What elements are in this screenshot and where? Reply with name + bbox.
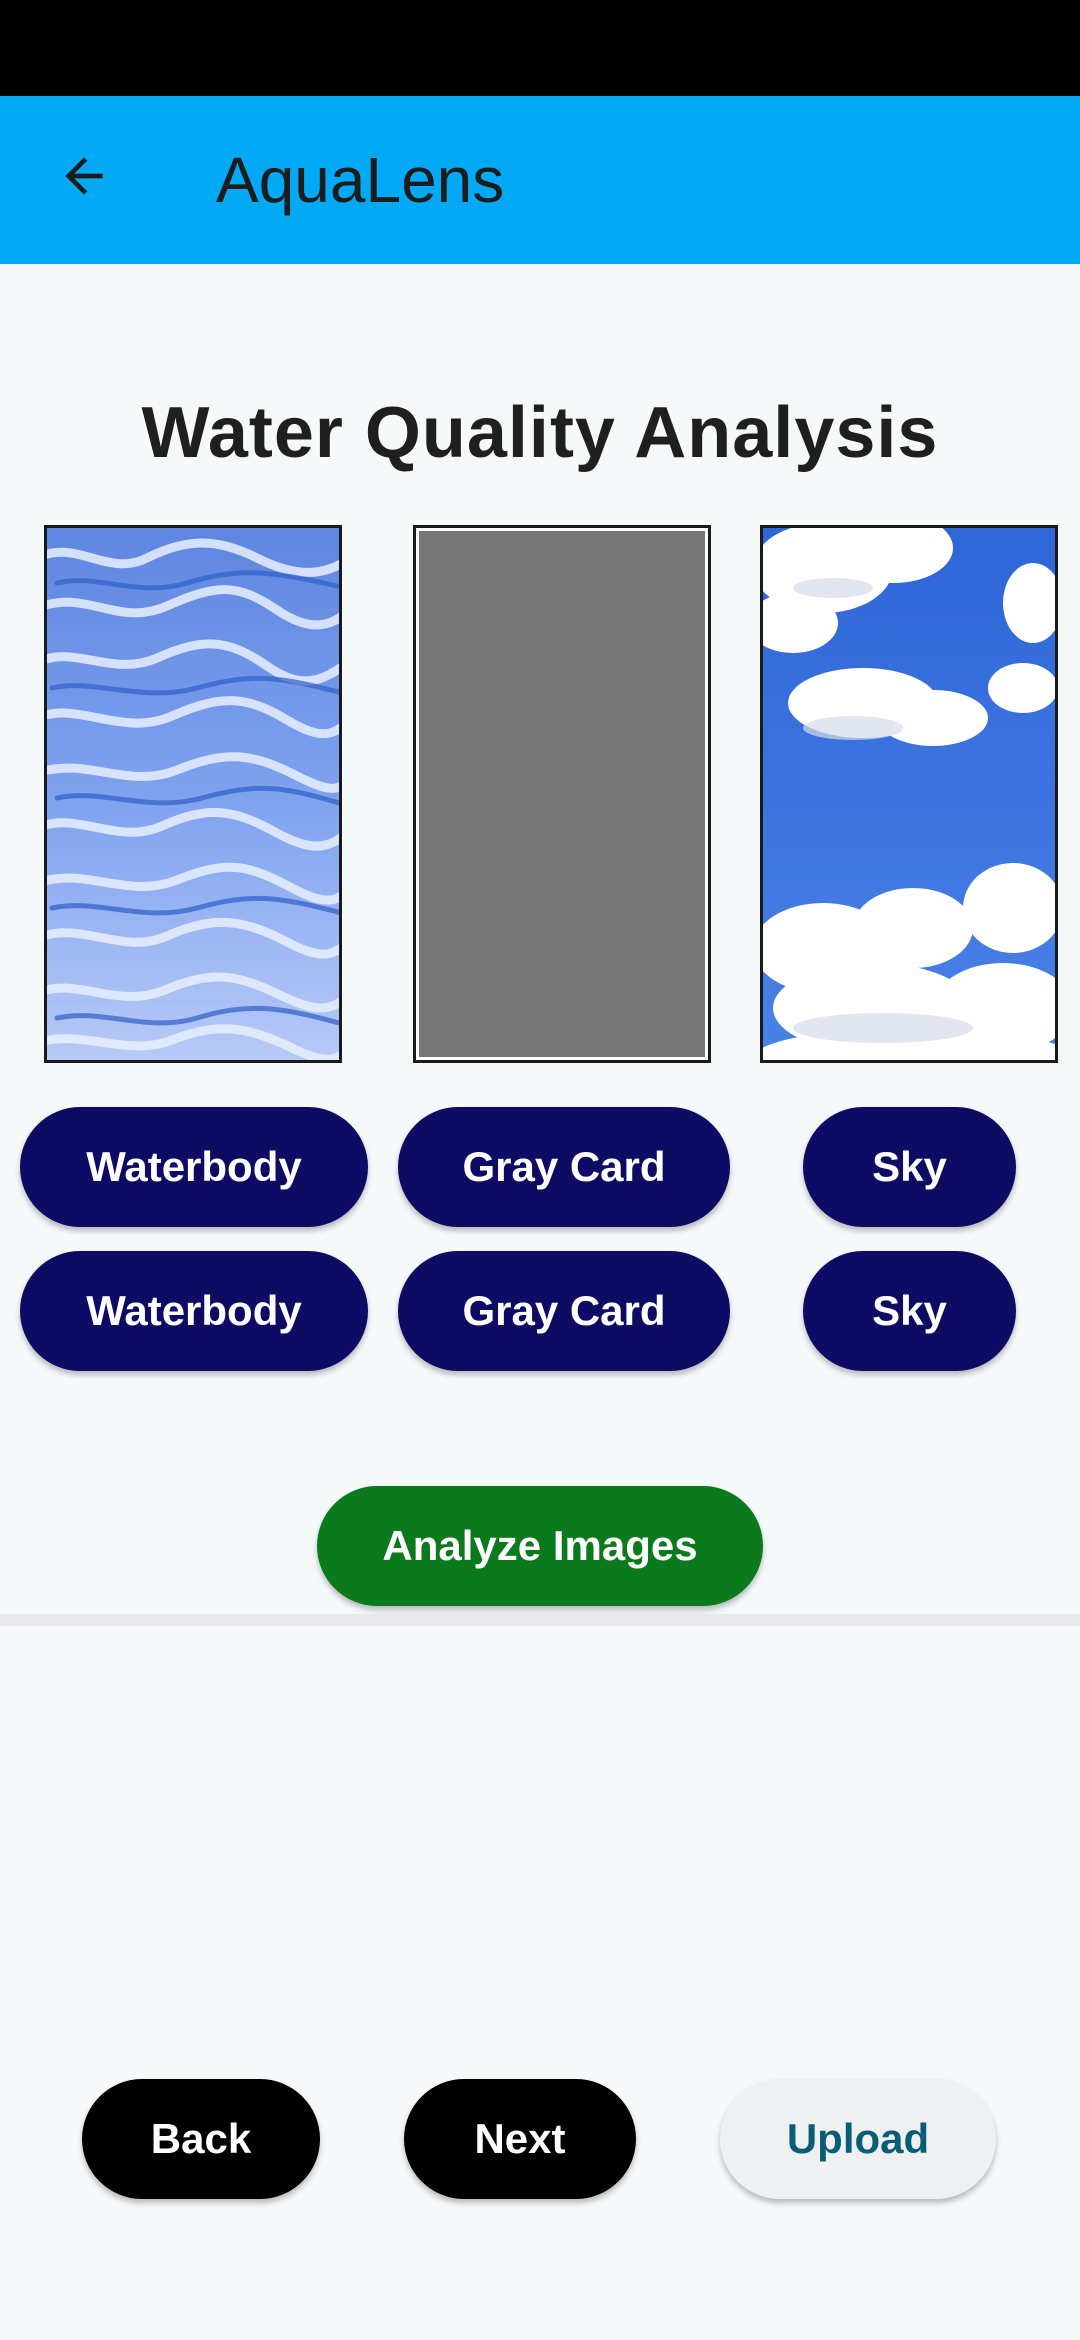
next-button[interactable]: Next — [404, 2079, 636, 2199]
waterbody-preview — [44, 525, 342, 1063]
upload-gray-card-button[interactable]: Gray Card — [398, 1251, 730, 1371]
page-title: Water Quality Analysis — [141, 393, 939, 473]
sky-preview — [760, 525, 1058, 1063]
divider — [0, 1614, 1080, 1626]
gray-card-preview — [413, 525, 711, 1063]
back-button[interactable]: Back — [82, 2079, 320, 2199]
capture-waterbody-button[interactable]: Waterbody — [20, 1107, 368, 1227]
capture-gray-card-button[interactable]: Gray Card — [398, 1107, 730, 1227]
app-bar: AquaLens — [0, 96, 1080, 264]
upload-waterbody-button[interactable]: Waterbody — [20, 1251, 368, 1371]
capture-sky-button[interactable]: Sky — [803, 1107, 1016, 1227]
analyze-images-button[interactable]: Analyze Images — [317, 1486, 763, 1606]
arrow-left-icon[interactable] — [48, 140, 120, 212]
app-title: AquaLens — [216, 144, 505, 216]
status-bar — [0, 0, 1080, 96]
upload-button[interactable]: Upload — [720, 2079, 996, 2199]
upload-sky-button[interactable]: Sky — [803, 1251, 1016, 1371]
